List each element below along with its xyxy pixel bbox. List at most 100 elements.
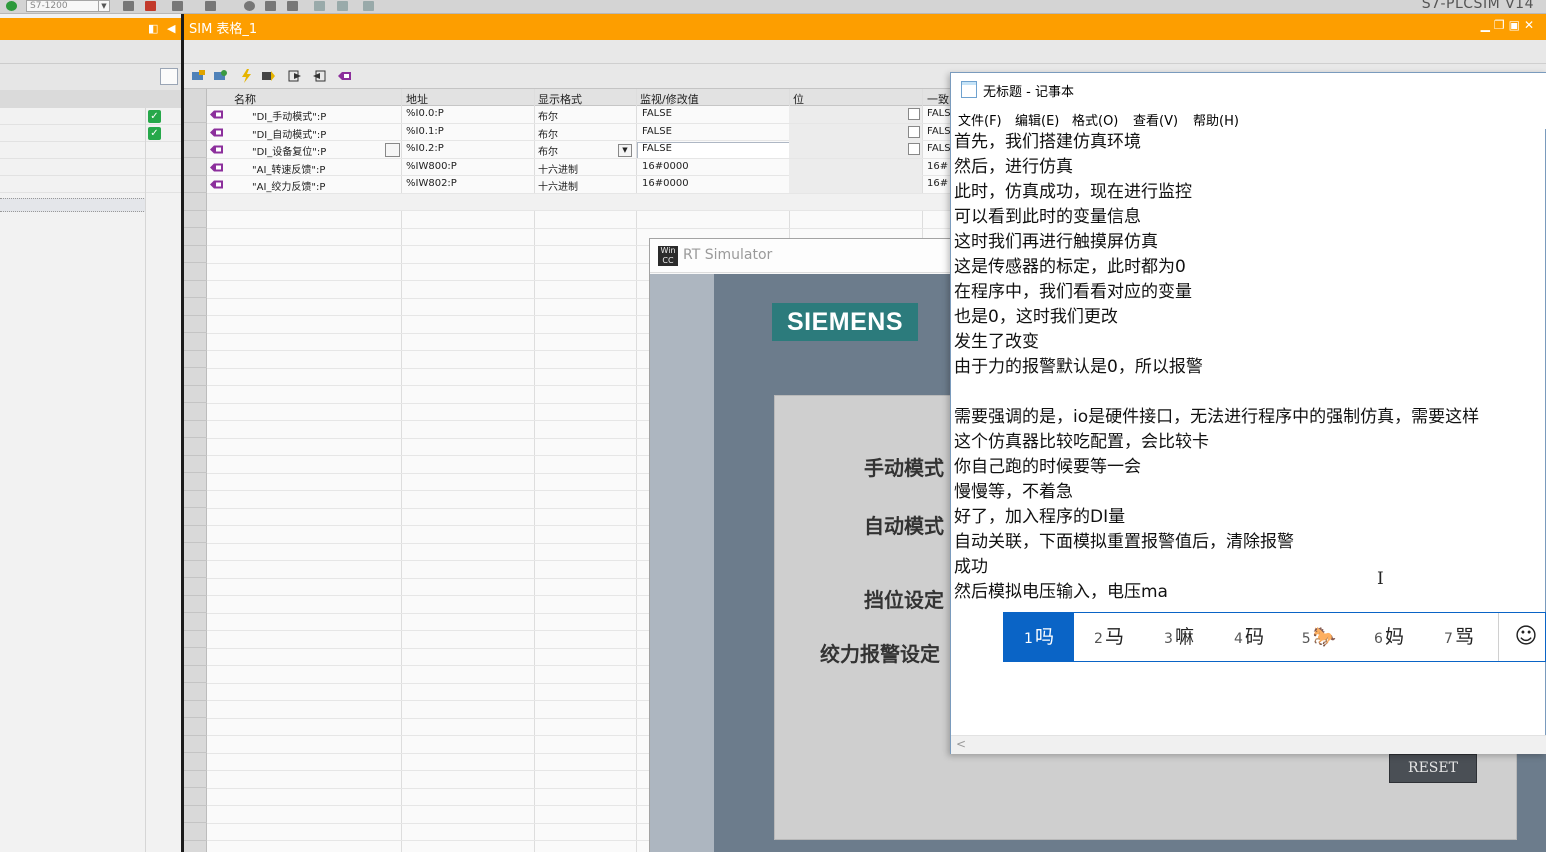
reset-button[interactable]: RESET [1389, 754, 1477, 783]
table-view-icon[interactable] [160, 68, 178, 85]
tag-value[interactable]: 16#0000 [642, 161, 689, 172]
tag-icon[interactable] [337, 69, 352, 83]
row-gutter-cell[interactable] [184, 474, 207, 491]
bit-cell[interactable] [789, 106, 922, 123]
row-gutter-cell[interactable] [184, 351, 207, 368]
menu-format[interactable]: 格式(O) [1072, 110, 1118, 129]
ime-candidate[interactable]: 5 🐎 [1284, 613, 1354, 661]
list-item[interactable] [0, 176, 181, 193]
refresh-icon[interactable] [6, 1, 17, 11]
modify-icon[interactable] [239, 69, 254, 83]
pause-icon[interactable] [287, 1, 298, 11]
checkbox-checked-icon[interactable]: ✓ [148, 127, 161, 140]
add-tag-icon[interactable] [191, 69, 206, 83]
column-header-bit[interactable]: 位 [793, 91, 804, 107]
menu-edit[interactable]: 编辑(E) [1015, 110, 1059, 129]
import-icon[interactable] [311, 69, 326, 83]
row-gutter-cell[interactable] [184, 334, 207, 351]
bit-checkbox[interactable] [908, 108, 920, 120]
tag-value[interactable]: FALSE [642, 126, 672, 137]
bit-cell[interactable] [789, 176, 922, 193]
row-gutter-cell[interactable] [184, 159, 207, 176]
column-header-monitor[interactable]: 监视/修改值 [640, 91, 699, 107]
horizontal-scrollbar[interactable]: < [951, 735, 1546, 754]
load-icon[interactable] [145, 1, 156, 11]
row-gutter-cell[interactable] [184, 176, 207, 193]
row-gutter-cell[interactable] [184, 211, 207, 228]
ime-candidate[interactable]: 7骂 [1424, 613, 1494, 661]
redo-icon[interactable] [205, 1, 216, 11]
row-gutter-cell[interactable] [184, 316, 207, 333]
row-gutter-cell[interactable] [184, 701, 207, 718]
row-gutter-cell[interactable] [184, 229, 207, 246]
row-gutter-cell[interactable] [184, 824, 207, 841]
undo-icon[interactable] [172, 1, 183, 11]
row-gutter-cell[interactable] [184, 141, 207, 158]
layout-icon[interactable] [314, 1, 325, 11]
list-item[interactable]: ✓ [0, 108, 181, 125]
checkbox-checked-icon[interactable]: ✓ [148, 110, 161, 123]
row-gutter-cell[interactable] [184, 386, 207, 403]
row-gutter-cell[interactable] [184, 526, 207, 543]
row-gutter-cell[interactable] [184, 561, 207, 578]
modify-all-icon[interactable] [261, 69, 276, 83]
chevron-left-icon[interactable]: < [956, 737, 966, 751]
row-gutter-cell[interactable] [184, 789, 207, 806]
split-icon[interactable] [337, 1, 348, 11]
tag-value[interactable]: FALSE [642, 108, 672, 119]
row-gutter-cell[interactable] [184, 264, 207, 281]
pin-icon[interactable]: ◧ [148, 22, 158, 35]
close-icon[interactable]: ✕ [1524, 18, 1538, 32]
menu-view[interactable]: 查看(V) [1133, 110, 1178, 129]
menu-file[interactable]: 文件(F) [958, 110, 1002, 129]
row-gutter-cell[interactable] [184, 579, 207, 596]
ime-candidate[interactable]: 6妈 [1354, 613, 1424, 661]
row-gutter-cell[interactable] [184, 456, 207, 473]
row-gutter-cell[interactable] [184, 631, 207, 648]
row-gutter-cell[interactable] [184, 841, 207, 852]
row-gutter-cell[interactable] [184, 404, 207, 421]
record-icon[interactable] [244, 1, 255, 11]
bit-cell[interactable] [789, 141, 922, 158]
row-gutter-cell[interactable] [184, 369, 207, 386]
row-gutter-cell[interactable] [184, 806, 207, 823]
project-icon[interactable] [123, 1, 134, 11]
row-gutter-cell[interactable] [184, 194, 207, 211]
selected-empty-row[interactable] [0, 198, 146, 212]
row-gutter-cell[interactable] [184, 281, 207, 298]
row-gutter-cell[interactable] [184, 684, 207, 701]
row-gutter-cell[interactable] [184, 439, 207, 456]
emoji-button[interactable]: ☺ [1507, 613, 1545, 661]
ime-candidate[interactable]: 1吗 [1004, 613, 1074, 661]
column-header-consistent[interactable]: 一致 [927, 91, 949, 107]
maximize-icon[interactable]: ▣ [1509, 18, 1524, 32]
menu-help[interactable]: 帮助(H) [1193, 110, 1239, 129]
column-header-name[interactable]: 名称 [234, 91, 256, 107]
minimize-icon[interactable]: ▁ [1481, 18, 1494, 32]
tag-value[interactable]: 16#0000 [642, 178, 689, 189]
tag-value[interactable]: FALSE [642, 143, 672, 154]
row-gutter-cell[interactable] [184, 421, 207, 438]
row-gutter-cell[interactable] [184, 771, 207, 788]
row-gutter-cell[interactable] [184, 719, 207, 736]
update-tags-icon[interactable] [213, 69, 228, 83]
list-item[interactable] [0, 142, 181, 159]
list-item[interactable] [0, 159, 181, 176]
restore-icon[interactable]: ❐ [1494, 18, 1509, 32]
cpu-select[interactable]: S7-1200 ▼ [26, 0, 110, 12]
row-gutter-cell[interactable] [184, 491, 207, 508]
bit-checkbox[interactable] [908, 125, 920, 138]
row-gutter-cell[interactable] [184, 509, 207, 526]
column-header-address[interactable]: 地址 [406, 91, 428, 107]
row-gutter-cell[interactable] [184, 614, 207, 631]
row-gutter-cell[interactable] [184, 666, 207, 683]
column-header-format[interactable]: 显示格式 [538, 91, 582, 107]
row-gutter-cell[interactable] [184, 299, 207, 316]
row-gutter-cell[interactable] [184, 106, 207, 123]
row-gutter-cell[interactable] [184, 596, 207, 613]
stop-icon[interactable] [265, 1, 276, 11]
collapse-left-icon[interactable]: ◀ [167, 22, 175, 35]
row-gutter-cell[interactable] [184, 544, 207, 561]
memory-card-icon[interactable] [363, 1, 374, 11]
row-gutter-cell[interactable] [184, 124, 207, 141]
